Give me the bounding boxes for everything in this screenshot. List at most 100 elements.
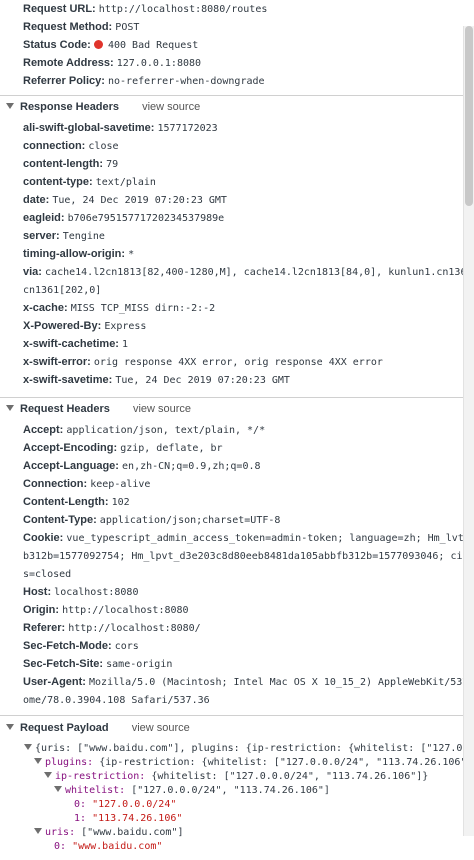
- response-header-key: x-cache:: [23, 302, 68, 314]
- request-header-value: ome/78.0.3904.108 Safari/537.36: [23, 695, 210, 706]
- referrer-policy-row: Referrer Policy: no-referrer-when-downgr…: [23, 72, 474, 90]
- request-header-value: en,zh-CN;q=0.9,zh;q=0.8: [122, 461, 261, 472]
- response-header-value: orig response 4XX error, orig response 4…: [93, 357, 383, 368]
- request-header-key: Origin:: [23, 604, 60, 616]
- request-header-key: Content-Length:: [23, 496, 109, 508]
- response-header-key: x-swift-cachetime:: [23, 338, 119, 350]
- response-header-row: date: Tue, 24 Dec 2019 07:20:23 GMT: [23, 191, 474, 209]
- request-header-key: User-Agent:: [23, 676, 86, 688]
- payload-root-summary: {uris: ["www.baidu.com"], plugins: {ip-r…: [35, 743, 464, 754]
- whitelist-item-0-value: "127.0.0.0/24": [92, 799, 177, 810]
- status-code-label: Status Code:: [23, 39, 91, 51]
- section-divider: [0, 397, 464, 398]
- expand-triangle-icon[interactable]: [34, 828, 42, 834]
- request-header-row: Referer: http://localhost:8080/: [23, 619, 474, 637]
- request-header-value: Mozilla/5.0 (Macintosh; Intel Mac OS X 1…: [89, 677, 474, 688]
- response-header-value: *: [128, 249, 135, 260]
- request-header-value: http://localhost:8080: [62, 605, 189, 616]
- expand-triangle-icon[interactable]: [54, 786, 62, 792]
- payload-uris-item-0: 0: "www.baidu.com": [54, 840, 464, 854]
- request-header-value: http://localhost:8080/: [68, 623, 201, 634]
- expand-triangle-icon[interactable]: [6, 724, 14, 730]
- response-header-value: 1577172023: [157, 123, 218, 134]
- ip-restriction-summary: {whitelist: ["127.0.0.0/24", "113.74.26.…: [151, 771, 429, 782]
- request-url-value: http://localhost:8080/routes: [98, 4, 268, 15]
- scrollbar-thumb[interactable]: [465, 26, 473, 206]
- request-header-row: Content-Length: 102: [23, 493, 474, 511]
- payload-whitelist-row[interactable]: whitelist: ["127.0.0.0/24", "113.74.26.1…: [54, 784, 464, 798]
- request-header-key: Content-Type:: [23, 514, 97, 526]
- plugins-summary: {ip-restriction: {whitelist: ["127.0.0.0…: [99, 757, 464, 768]
- response-headers-view-source-link[interactable]: view source: [142, 101, 200, 113]
- request-header-row: ome/78.0.3904.108 Safari/537.36: [23, 691, 474, 709]
- payload-tree: {uris: ["www.baidu.com"], plugins: {ip-r…: [0, 740, 464, 860]
- request-header-key: Accept-Encoding:: [23, 442, 118, 454]
- request-header-row: Accept-Language: en,zh-CN;q=0.9,zh;q=0.8: [23, 457, 474, 475]
- request-header-row: Host: localhost:8080: [23, 583, 474, 601]
- uris-item-0-value: "www.baidu.com": [72, 841, 163, 852]
- remote-address-label: Remote Address:: [23, 57, 114, 69]
- expand-triangle-icon[interactable]: [44, 772, 52, 778]
- request-header-row: Connection: keep-alive: [23, 475, 474, 493]
- request-header-value: localhost:8080: [54, 587, 139, 598]
- payload-ip-restriction-row[interactable]: ip-restriction: {whitelist: ["127.0.0.0/…: [44, 770, 464, 784]
- response-header-value: Tue, 24 Dec 2019 07:20:23 GMT: [115, 375, 290, 386]
- response-header-value: 79: [106, 159, 119, 170]
- payload-uris-row[interactable]: uris: ["www.baidu.com"]: [34, 826, 464, 840]
- request-headers-title: Request Headers: [20, 403, 110, 415]
- payload-root-row[interactable]: {uris: ["www.baidu.com"], plugins: {ip-r…: [24, 742, 464, 756]
- whitelist-key: whitelist:: [65, 785, 126, 796]
- response-header-key: timing-allow-origin:: [23, 248, 126, 260]
- request-header-key: Cookie:: [23, 532, 64, 544]
- plugins-key: plugins:: [45, 757, 94, 768]
- response-header-key: x-swift-savetime:: [23, 374, 113, 386]
- request-payload-view-source-link[interactable]: view source: [132, 722, 190, 734]
- expand-triangle-icon[interactable]: [24, 744, 32, 750]
- response-header-key: server:: [23, 230, 60, 242]
- response-header-row: via: cache14.l2cn1813[82,400-1280,M], ca…: [23, 263, 474, 281]
- request-header-row: Accept: application/json, text/plain, */…: [23, 421, 474, 439]
- response-header-row: x-swift-savetime: Tue, 24 Dec 2019 07:20…: [23, 371, 474, 389]
- response-header-value: close: [88, 141, 119, 152]
- response-header-value: MISS TCP_MISS dirn:-2:-2: [70, 303, 216, 314]
- status-error-icon: [93, 40, 103, 49]
- request-headers-section-header[interactable]: Request Headers view source: [0, 399, 464, 419]
- ip-restriction-key: ip-restriction:: [55, 771, 146, 782]
- remote-address-row: Remote Address: 127.0.0.1:8080: [23, 54, 474, 72]
- response-header-row: cn1361[202,0]: [23, 281, 474, 299]
- payload-whitelist-item-0: 0: "127.0.0.0/24": [74, 798, 464, 812]
- status-code-value: 400 Bad Request: [107, 40, 199, 51]
- response-headers-section-header[interactable]: Response Headers view source: [0, 97, 464, 117]
- request-headers-view-source-link[interactable]: view source: [133, 403, 191, 415]
- request-payload-section-header[interactable]: Request Payload view source: [0, 718, 464, 738]
- response-header-key: via:: [23, 266, 42, 278]
- request-header-row: Sec-Fetch-Mode: cors: [23, 637, 474, 655]
- request-header-key: Connection:: [23, 478, 88, 490]
- expand-triangle-icon[interactable]: [6, 405, 14, 411]
- status-code-row: Status Code: 400 Bad Request: [23, 36, 474, 54]
- payload-plugins-row[interactable]: plugins: {ip-restriction: {whitelist: ["…: [34, 756, 464, 770]
- response-header-value: Tue, 24 Dec 2019 07:20:23 GMT: [52, 195, 227, 206]
- section-divider: [0, 715, 464, 716]
- request-header-key: Host:: [23, 586, 52, 598]
- whitelist-item-1-key: 1:: [74, 813, 87, 824]
- response-header-key: x-swift-error:: [23, 356, 91, 368]
- request-header-key: Accept:: [23, 424, 64, 436]
- response-header-value: Express: [104, 321, 147, 332]
- response-header-row: timing-allow-origin: *: [23, 245, 474, 263]
- whitelist-item-1-value: "113.74.26.106": [92, 813, 183, 824]
- referrer-policy-value: no-referrer-when-downgrade: [108, 76, 265, 87]
- response-header-row: content-type: text/plain: [23, 173, 474, 191]
- request-url-label: Request URL:: [23, 3, 96, 15]
- response-header-row: eagleid: b706e79515771720234537989e: [23, 209, 474, 227]
- request-header-row: Accept-Encoding: gzip, deflate, br: [23, 439, 474, 457]
- request-payload-title: Request Payload: [20, 722, 109, 734]
- request-header-value: application/json;charset=UTF-8: [99, 515, 281, 526]
- expand-triangle-icon[interactable]: [34, 758, 42, 764]
- request-header-row: s=closed: [23, 565, 474, 583]
- request-header-key: Referer:: [23, 622, 66, 634]
- response-header-value: b706e79515771720234537989e: [67, 213, 225, 224]
- payload-whitelist-item-1: 1: "113.74.26.106": [74, 812, 464, 826]
- response-header-value: text/plain: [95, 177, 156, 188]
- expand-triangle-icon[interactable]: [6, 103, 14, 109]
